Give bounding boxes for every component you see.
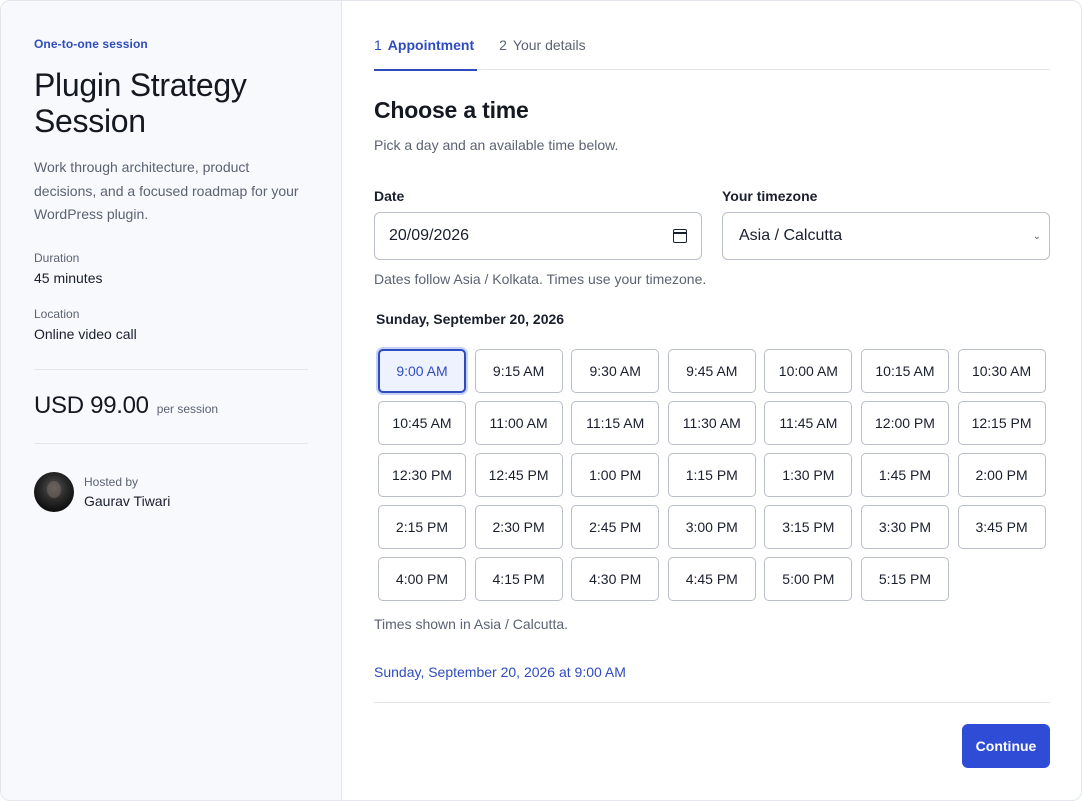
session-description: Work through architecture, product decis… — [34, 159, 299, 222]
time-slot-button[interactable]: 11:45 AM — [764, 401, 853, 445]
time-slot-button[interactable]: 3:45 PM — [957, 505, 1046, 549]
time-slot-button[interactable]: 11:30 AM — [667, 401, 756, 445]
time-slot-button[interactable]: 11:00 AM — [474, 401, 563, 445]
host-name: Gaurav Tiwari — [84, 492, 171, 509]
time-slot-grid: 9:00 AM 9:15 AM 9:30 AM 9:45 AM 10:00 AM 10:1… — [378, 349, 1050, 601]
chevron-down-icon: ⌄ — [1032, 230, 1041, 242]
time-slot-button[interactable]: 10:30 AM — [957, 349, 1046, 393]
calendar-icon[interactable] — [673, 229, 687, 243]
price-unit: per session — [156, 401, 219, 416]
date-label: Date — [374, 188, 405, 204]
host-text: Hosted by Gaurav Tiwari — [84, 475, 170, 509]
time-slot-button[interactable]: 9:30 AM — [571, 349, 660, 393]
time-slot-button[interactable]: 3:00 PM — [667, 505, 756, 549]
session-title: Plugin Strategy Session — [34, 67, 247, 139]
timezone-field-group: Your timezone Asia / Calcutta ⌄ — [722, 188, 1050, 260]
time-slot-button[interactable]: 1:00 PM — [571, 453, 660, 497]
time-slot-button[interactable]: 2:15 PM — [378, 505, 466, 549]
sidebar-divider — [34, 442, 308, 444]
time-slot-button[interactable]: 1:45 PM — [860, 453, 949, 497]
continue-button[interactable]: Continue — [962, 724, 1050, 768]
location-label: Location — [34, 306, 80, 321]
time-slot-button[interactable]: 12:00 PM — [860, 401, 949, 445]
time-slot-button[interactable]: 12:15 PM — [957, 401, 1046, 445]
step-label: Appointment — [387, 37, 475, 53]
date-value: 20/09/2026 — [389, 227, 470, 244]
selection-summary: Sunday, September 20, 2026 at 9:00 AM — [374, 664, 626, 680]
date-input[interactable]: 20/09/2026 — [374, 212, 702, 260]
time-slot-button[interactable]: 10:45 AM — [378, 401, 466, 445]
date-field-group: Date 20/09/2026 — [374, 188, 702, 260]
footer-divider — [374, 702, 1050, 703]
time-slot-button[interactable]: 5:00 PM — [764, 557, 853, 601]
tab-step-1[interactable]: 1 Appointment — [374, 37, 478, 71]
timezone-select[interactable]: Asia / Calcutta ⌄ — [722, 212, 1050, 260]
time-slot-button[interactable]: 2:00 PM — [957, 453, 1046, 497]
session-sidebar: One-to-one session Plugin Strategy Sessi… — [1, 1, 342, 800]
location-block: Location Online video call — [34, 307, 308, 342]
time-slot-button[interactable]: 3:30 PM — [860, 505, 949, 549]
time-slot-button[interactable]: 1:15 PM — [667, 453, 756, 497]
time-slot-button[interactable]: 4:15 PM — [474, 557, 563, 601]
step-number: 2 — [499, 37, 507, 53]
tab-step-2[interactable]: 2 Your details — [499, 37, 588, 70]
time-slot-button[interactable]: 4:00 PM — [378, 557, 466, 601]
time-slot-button[interactable]: 9:00 AM — [378, 349, 466, 393]
time-slot-button[interactable]: 9:45 AM — [667, 349, 756, 393]
time-slot-button[interactable]: 10:15 AM — [860, 349, 949, 393]
avatar — [34, 471, 74, 512]
host: Hosted by Gaurav Tiwari — [34, 471, 308, 512]
time-slot-button[interactable]: 12:30 PM — [378, 453, 466, 497]
time-slot-button[interactable]: 4:30 PM — [571, 557, 660, 601]
day-heading: Sunday, September 20, 2026 — [376, 311, 565, 327]
duration-value: 45 minutes — [34, 269, 103, 286]
time-slot-button[interactable]: 3:15 PM — [764, 505, 853, 549]
date-hint: Dates follow Asia / Kolkata. Times use y… — [374, 271, 707, 287]
session-type: One-to-one session — [34, 37, 148, 51]
booking-main: 1 Appointment 2 Your details Choose a time … — [342, 1, 1081, 800]
duration-label: Duration — [34, 250, 80, 265]
booking-card: One-to-one session Plugin Strategy Sessi… — [0, 0, 1082, 801]
time-slot-button[interactable]: 12:45 PM — [474, 453, 563, 497]
page-subtitle: Pick a day and an available time below. — [374, 137, 619, 153]
location-value: Online video call — [34, 325, 137, 342]
time-slot-button[interactable]: 2:45 PM — [571, 505, 660, 549]
page-title: Choose a time — [374, 97, 529, 123]
timezone-note: Times shown in Asia / Calcutta. — [374, 616, 569, 632]
time-slot-button[interactable]: 1:30 PM — [764, 453, 853, 497]
time-slot-button[interactable]: 4:45 PM — [667, 557, 756, 601]
step-label: Your details — [512, 37, 586, 53]
step-tabs: 1 Appointment 2 Your details — [374, 37, 1050, 71]
time-slot-button[interactable]: 2:30 PM — [474, 505, 563, 549]
timezone-label: Your timezone — [722, 188, 818, 204]
time-slot-button[interactable]: 10:00 AM — [764, 349, 853, 393]
time-slot-button[interactable]: 9:15 AM — [474, 349, 563, 393]
price-row: USD 99.00 per session — [34, 370, 308, 443]
fields-row: Date 20/09/2026 Your timezone Asia / Cal… — [374, 188, 1050, 260]
price: USD 99.00 — [34, 391, 149, 419]
duration-block: Duration 45 minutes — [34, 251, 308, 286]
timezone-value: Asia / Calcutta — [739, 227, 843, 244]
step-number: 1 — [374, 37, 382, 53]
host-label: Hosted by — [84, 474, 139, 489]
time-slot-button[interactable]: 11:15 AM — [571, 401, 660, 445]
time-slot-button[interactable]: 5:15 PM — [860, 557, 949, 601]
